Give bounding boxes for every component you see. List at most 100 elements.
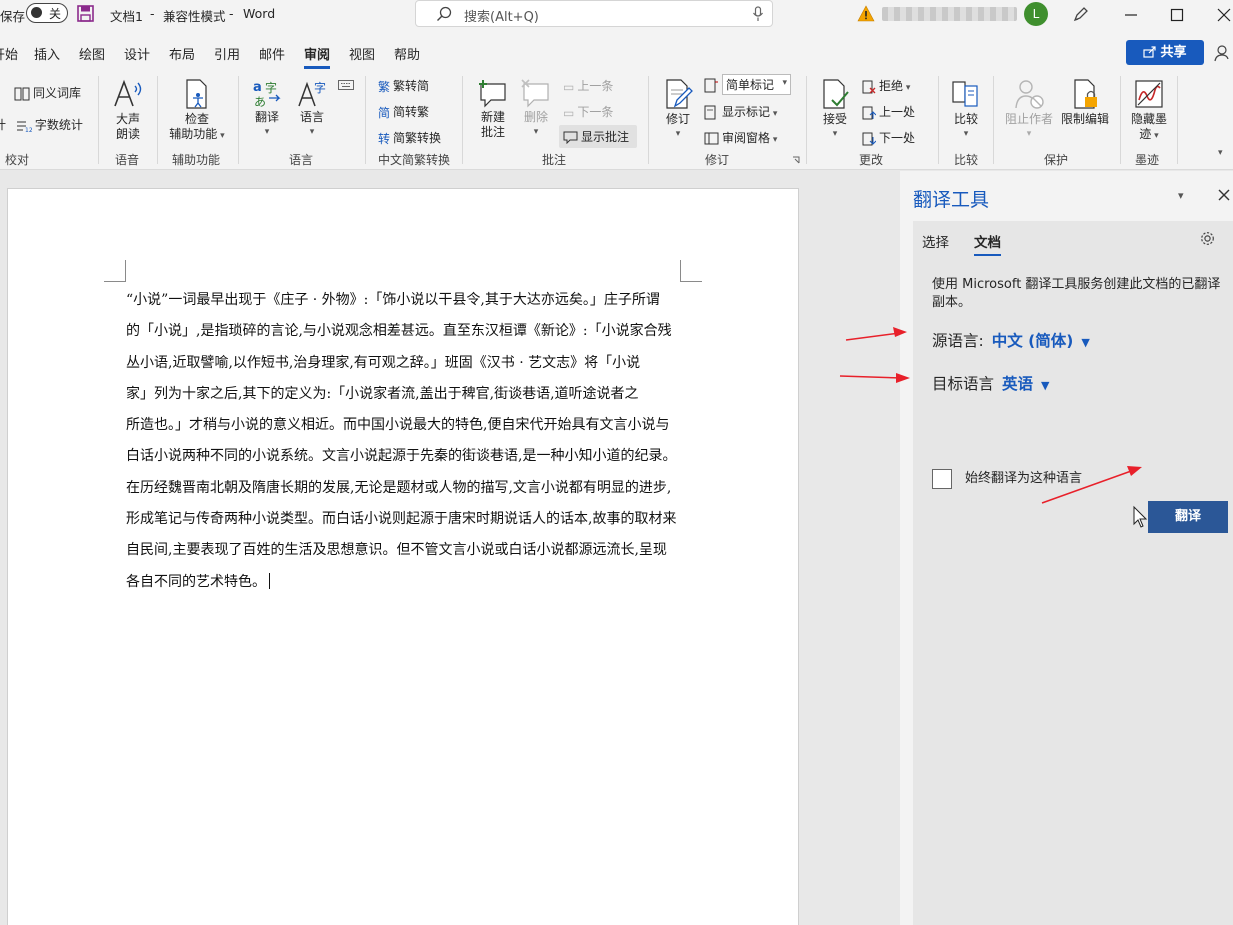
maximize-icon[interactable] — [1170, 8, 1184, 22]
group-divider — [1177, 76, 1178, 164]
delete-comment-button[interactable]: 删除 ▾ — [518, 78, 554, 140]
group-label-protect: 保护 — [1044, 153, 1069, 167]
doc-line: 丛小语,近取譬喻,以作短书,治身理家,有可观之辞。」班固《汉书 · 艺文志》将「… — [126, 354, 641, 371]
reviewing-pane-button[interactable]: 审阅窗格 ▾ — [704, 129, 777, 146]
check-accessibility-button[interactable]: 检查 辅助功能 ▾ — [162, 78, 232, 144]
source-language-value[interactable]: 中文 (简体) — [992, 332, 1074, 350]
tab-selection[interactable]: 选择 — [922, 231, 949, 251]
save-icon[interactable] — [77, 5, 94, 22]
doc-line: 家」列为十家之后,其下的定义为:「小说家者流,盖出于稗官,街谈巷语,道听途说者之 — [126, 385, 639, 402]
source-language-row[interactable]: 源语言: 中文 (简体) ▼ — [932, 329, 1090, 351]
markup-icon — [704, 78, 718, 93]
doc-line: “小说”一词最早出现于《庄子 · 外物》:「饰小说以干县令,其于大达亦远矣。」庄… — [126, 292, 660, 308]
translate-button[interactable]: a 字 あ 翻译 ▾ — [246, 78, 288, 140]
word-count-button[interactable]: 计 123字数统计 — [0, 116, 83, 133]
target-language-row[interactable]: 目标语言 英语 ▼ — [932, 372, 1050, 394]
search-placeholder: 搜索(Alt+Q) — [464, 10, 539, 25]
language-button[interactable]: 字 语言 ▾ — [292, 78, 332, 140]
next-comment-icon: ▭ — [563, 105, 575, 120]
next-comment-button[interactable]: ▭ 下一条 — [563, 103, 613, 120]
convert-chinese-button[interactable]: 转简繁转换 — [378, 129, 441, 147]
search-icon — [437, 6, 452, 21]
to-simplified-label: 繁转简 — [393, 79, 430, 93]
microphone-icon[interactable] — [752, 6, 764, 22]
collapse-ribbon-icon[interactable]: ▾ — [1218, 148, 1223, 158]
tab-document[interactable]: 文档 — [974, 231, 1001, 256]
markup-select-box[interactable]: 简单标记 ▾ — [722, 74, 792, 95]
tab-view[interactable]: 视图 — [349, 44, 375, 63]
hide-ink-button[interactable]: 隐藏墨 迹 ▾ — [1127, 78, 1171, 144]
translate-label: 翻译 — [254, 110, 279, 124]
svg-text:字: 字 — [314, 80, 326, 95]
tab-draw[interactable]: 绘图 — [79, 44, 105, 63]
close-pane-icon[interactable] — [1218, 189, 1230, 201]
previous-change-button[interactable]: 上一处 — [862, 103, 915, 120]
show-comments-label: 显示批注 — [581, 130, 630, 144]
previous-change-icon — [862, 106, 876, 119]
avatar[interactable]: L — [1024, 2, 1048, 26]
read-aloud-button[interactable]: 大声 朗读 — [106, 78, 150, 142]
restrict-editing-button[interactable]: 限制编辑 — [1058, 78, 1112, 127]
tab-insert[interactable]: 插入 — [34, 44, 60, 63]
pane-options-chevron-icon[interactable]: ▾ — [1178, 189, 1184, 202]
compare-button[interactable]: 比较 ▾ — [946, 78, 986, 142]
traditional-to-simplified-button[interactable]: 繁繁转简 — [378, 77, 429, 95]
chevron-down-icon[interactable]: ▼ — [1041, 379, 1049, 392]
comments-icon[interactable] — [1214, 44, 1233, 62]
group-label-tracking: 修订 — [705, 153, 730, 167]
account-name-blurred — [882, 7, 1017, 21]
tab-review[interactable]: 审阅 — [304, 44, 331, 69]
previous-comment-button[interactable]: ▭ 上一条 — [563, 77, 613, 94]
reject-button[interactable]: 拒绝 ▾ — [862, 77, 910, 94]
track-changes-button[interactable]: 修订 ▾ — [658, 78, 698, 142]
group-divider — [1120, 76, 1121, 164]
svg-text:あ: あ — [254, 95, 266, 108]
always-translate-row[interactable]: 始终翻译为这种语言 — [932, 467, 1082, 489]
keyboard-icon[interactable] — [338, 80, 354, 90]
accept-button[interactable]: 接受 ▾ — [815, 78, 855, 142]
document-body[interactable]: “小说”一词最早出现于《庄子 · 外物》:「饰小说以干县令,其于大达亦远矣。」庄… — [126, 285, 686, 598]
ribbon-tab-bar: 开始 插入 绘图 设计 布局 引用 邮件 审阅 视图 帮助 共享 — [0, 30, 1233, 70]
tab-home[interactable]: 开始 — [0, 44, 18, 63]
minimize-icon[interactable] — [1124, 8, 1138, 22]
reviewing-pane-icon — [704, 132, 719, 145]
always-translate-checkbox[interactable] — [932, 468, 952, 489]
group-label-language: 语言 — [289, 153, 314, 167]
thesaurus-button[interactable]: 同义词库 — [14, 84, 81, 101]
block-authors-button[interactable]: 阻止作者 ▾ — [1003, 78, 1055, 142]
gear-icon[interactable] — [1199, 230, 1216, 247]
warning-icon[interactable] — [857, 5, 875, 22]
show-markup-button[interactable]: 显示标记 ▾ — [704, 103, 777, 120]
next-change-button[interactable]: 下一处 — [862, 129, 915, 146]
tab-design[interactable]: 设计 — [124, 44, 150, 63]
tab-help[interactable]: 帮助 — [394, 44, 420, 63]
target-language-value[interactable]: 英语 — [1002, 375, 1033, 393]
autosave-toggle[interactable]: 关 — [26, 3, 68, 23]
tab-layout[interactable]: 布局 — [169, 44, 195, 63]
translate-submit-button[interactable]: 翻译 — [1148, 501, 1228, 533]
chevron-down-icon: ▾ — [675, 129, 681, 139]
tab-references[interactable]: 引用 — [214, 44, 240, 63]
chevron-down-icon: ▾ — [1026, 129, 1032, 139]
chevron-down-icon[interactable]: ▼ — [1081, 336, 1089, 349]
pen-icon[interactable] — [1072, 5, 1090, 23]
compatibility-mode: 兼容性模式 — [163, 9, 226, 24]
svg-text:a: a — [253, 80, 262, 95]
accept-icon — [823, 79, 849, 109]
document-page[interactable]: “小说”一词最早出现于《庄子 · 外物》:「饰小说以干县令,其于大达亦远矣。」庄… — [7, 188, 799, 925]
close-window-icon[interactable] — [1217, 8, 1231, 22]
simplified-to-traditional-button[interactable]: 简简转繁 — [378, 103, 429, 121]
document-canvas: “小说”一词最早出现于《庄子 · 外物》:「饰小说以干县令,其于大达亦远矣。」庄… — [0, 171, 900, 925]
search-box[interactable]: 搜索(Alt+Q) — [415, 0, 773, 27]
show-comments-button[interactable]: 显示批注 — [559, 125, 638, 148]
convert-label: 简繁转换 — [393, 131, 442, 145]
dialog-launcher-icon[interactable] — [792, 156, 800, 164]
always-translate-label: 始终翻译为这种语言 — [965, 471, 1083, 486]
markup-option-select[interactable]: 简单标记 ▾ — [704, 74, 792, 95]
new-comment-button[interactable]: 新建 批注 — [472, 78, 514, 140]
autosave-state: 关 — [49, 7, 62, 21]
title-separator-2: - — [229, 6, 234, 21]
doc-line: 的「小说」,是指琐碎的言论,与小说观念相差甚远。直至东汉桓谭《新论》:「小说家合… — [126, 323, 672, 340]
share-button[interactable]: 共享 — [1126, 40, 1204, 65]
tab-mailings[interactable]: 邮件 — [259, 44, 285, 63]
